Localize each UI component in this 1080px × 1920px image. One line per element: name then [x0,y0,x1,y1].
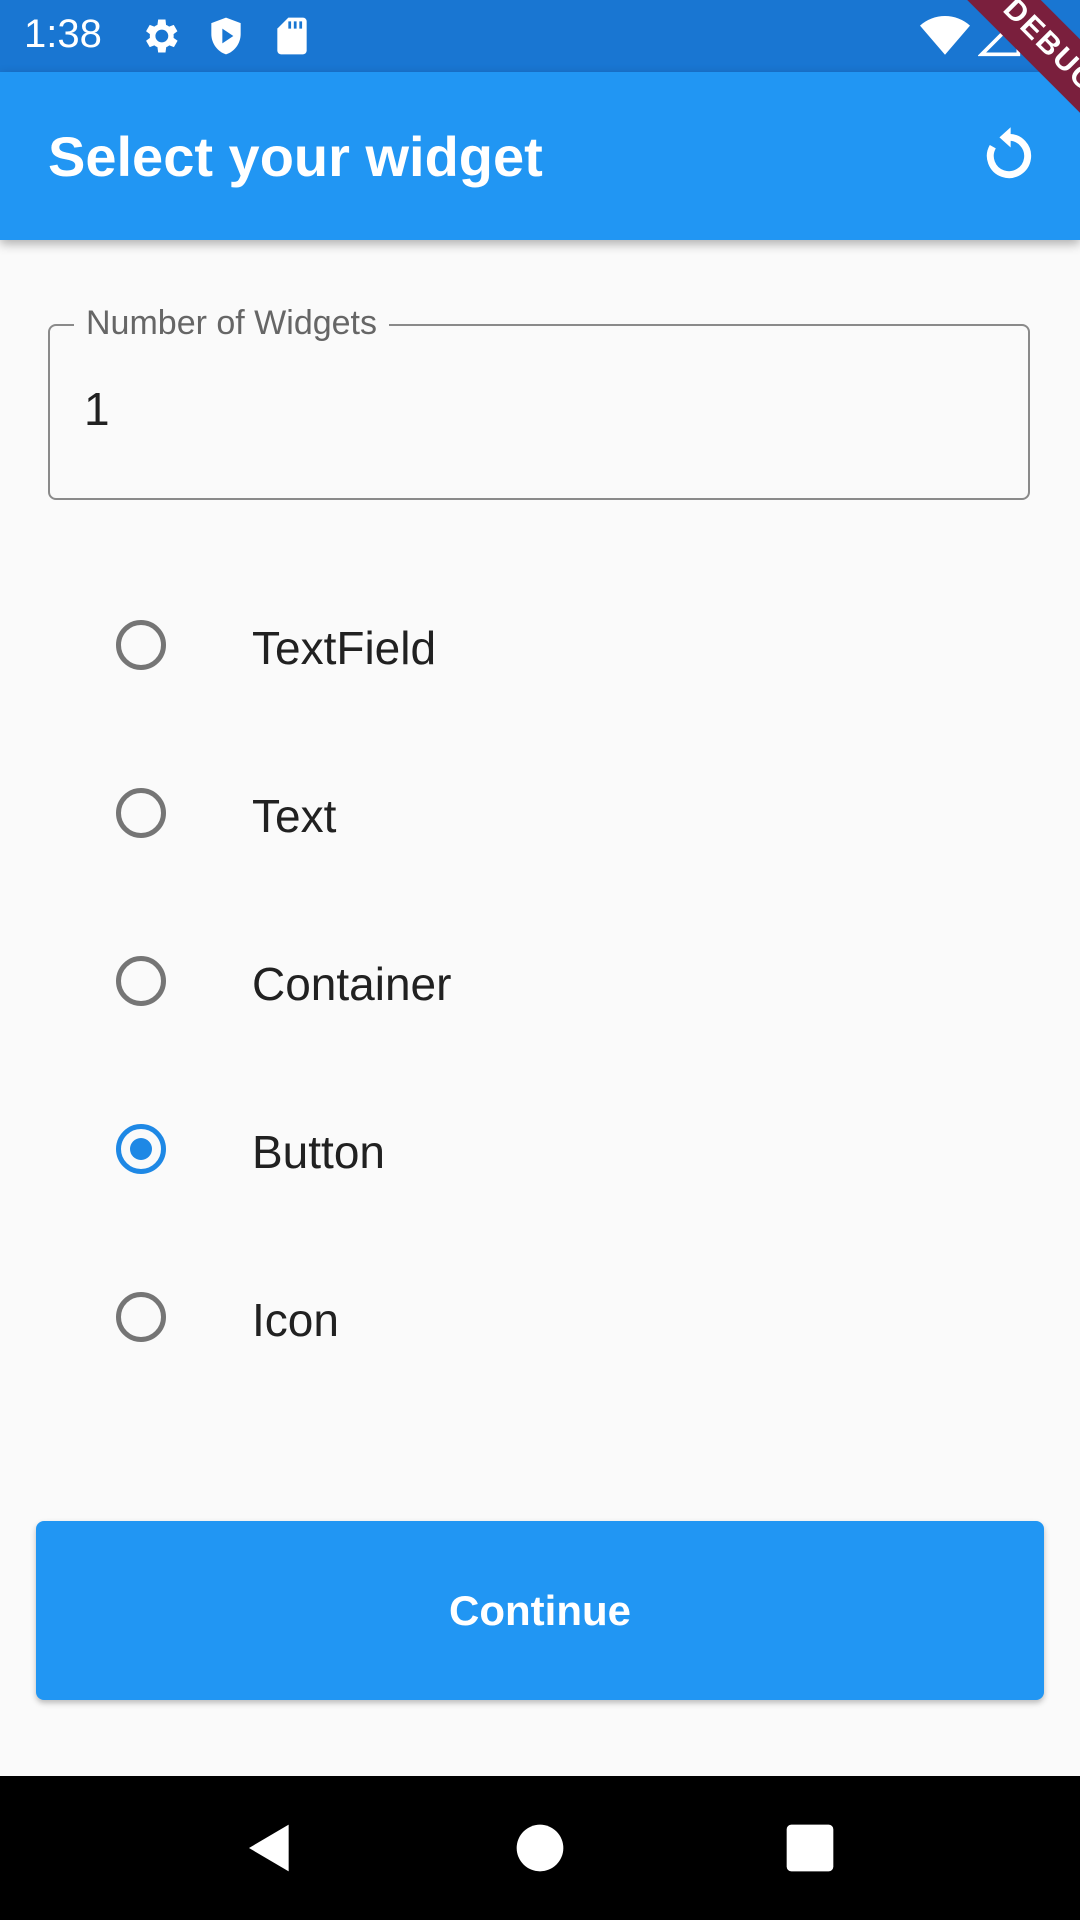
home-icon[interactable] [512,1820,568,1876]
status-time: 1:38 [24,12,102,56]
sd-card-icon [277,17,307,55]
radio-button[interactable] [116,1292,166,1342]
radio-label: Button [252,1126,385,1178]
radio-option-textfield[interactable]: TextField [0,561,1080,729]
radio-button[interactable] [116,788,166,838]
continue-button[interactable]: Continue [36,1521,1044,1700]
radio-label: Text [252,790,337,842]
status-bar: 1:38 [0,0,1080,72]
wifi-icon [920,16,970,55]
radio-option-text[interactable]: Text [0,729,1080,897]
radio-selected-dot [130,1138,152,1160]
back-icon[interactable] [242,1820,298,1876]
radio-button[interactable] [116,956,166,1006]
radio-label: Icon [252,1294,339,1346]
radio-option-container[interactable]: Container [0,897,1080,1065]
radio-option-icon[interactable]: Icon [0,1233,1080,1401]
field-label: Number of Widgets [74,304,389,343]
refresh-icon[interactable] [976,124,1040,188]
radio-label: Container [252,958,452,1010]
field-value[interactable]: 1 [84,382,110,436]
radio-button[interactable] [116,620,166,670]
app-bar: Select your widget [0,72,1080,240]
shield-play-icon [211,17,241,55]
radio-option-button[interactable]: Button [0,1065,1080,1233]
radio-label: TextField [252,622,437,674]
gear-icon [146,19,178,53]
page-title: Select your widget [48,125,543,188]
number-of-widgets-field[interactable]: Number of Widgets 1 [48,304,1030,500]
navigation-bar [0,1776,1080,1920]
radio-button-selected[interactable] [116,1124,166,1174]
recents-icon[interactable] [782,1820,838,1876]
